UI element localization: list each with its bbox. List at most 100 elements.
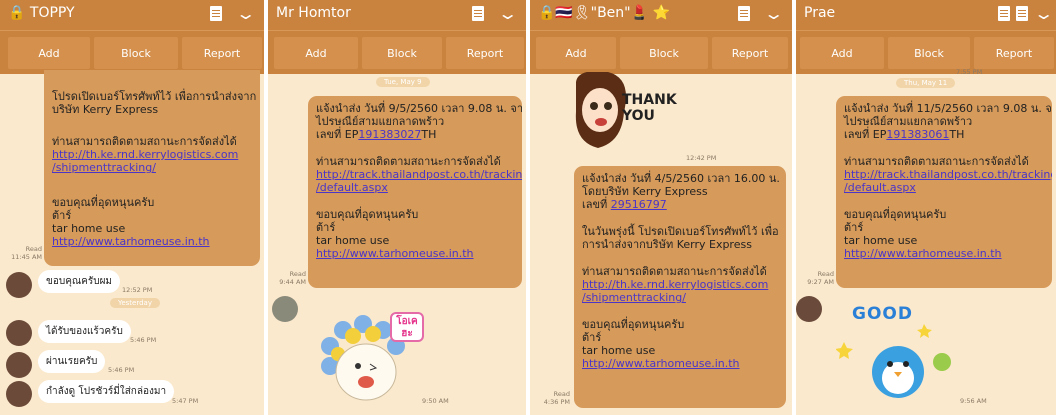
action-bar: Add Block Report	[530, 30, 792, 74]
chevron-down-icon[interactable]: ⌄	[763, 4, 784, 23]
tracking-number-link[interactable]: 29516797	[611, 198, 667, 211]
action-bar: Add Block Report	[0, 30, 264, 74]
message-text: ขอบคุณที่อุดหนุนครับ	[844, 208, 947, 221]
report-button[interactable]: Report	[182, 37, 262, 69]
message-time: 5:46 PM	[130, 336, 157, 344]
chat-header: 🔒🇹🇭🎗"Ben"💄 ⭐ ⌄	[530, 0, 792, 30]
tracking-link[interactable]: http://track.thailandpost.co.th/tracking	[316, 168, 522, 181]
block-button[interactable]: Block	[888, 37, 970, 69]
tracking-link[interactable]: /shipmenttracking/	[52, 161, 252, 174]
message-bubble: แจ้งนำส่ง วันที่ 9/5/2560 เวลา 9.08 น. จ…	[308, 96, 522, 288]
website-link[interactable]: http://www.tarhomeuse.in.th	[582, 357, 778, 370]
add-button[interactable]: Add	[800, 37, 884, 69]
message-text: การนำส่งจากบริษัท Kerry Express	[582, 238, 752, 251]
tracking-link[interactable]: /default.aspx	[844, 181, 1044, 194]
notes-icon[interactable]	[472, 6, 484, 21]
chat-panel-toppy: 🔒 TOPPY ⌄ Add Block Report โปรดเปิดเบอร์…	[0, 0, 264, 415]
tracking-link[interactable]: http://th.ke.rnd.kerrylogistics.com	[582, 278, 778, 291]
avatar[interactable]	[6, 320, 32, 346]
avatar[interactable]	[796, 296, 822, 322]
message-text: tar home use	[844, 234, 918, 247]
chat-header: 🔒 TOPPY ⌄	[0, 0, 264, 30]
message-time: 5:46 PM	[108, 366, 135, 374]
message-bubble: แจ้งนำส่ง วันที่ 11/5/2560 เวลา 9.08 น. …	[836, 96, 1052, 288]
message-text: ต้าร์	[844, 221, 864, 234]
message-text: ท่านสามารถติดตามสถานะการจัดส่งได้	[844, 155, 1029, 168]
add-button[interactable]: Add	[8, 37, 90, 69]
message-text: บริษัท Kerry Express	[52, 103, 159, 116]
block-button[interactable]: Block	[620, 37, 708, 69]
chat-title: Mr Homtor	[276, 5, 351, 21]
add-button[interactable]: Add	[274, 37, 358, 69]
message-text: ท่านสามารถติดตามสถานะการจัดส่งได้	[582, 265, 767, 278]
thank-you-sticker-label: THANK YOU	[622, 92, 677, 124]
chat-panel-prae: Prae ⌄ Add Block Report 7:55 PM Thu, May…	[796, 0, 1056, 415]
date-separator: Thu, May 11	[896, 78, 956, 88]
avatar[interactable]	[6, 381, 32, 407]
report-button[interactable]: Report	[446, 37, 524, 69]
message-text: โดยบริษัท Kerry Express	[582, 185, 708, 198]
message-text: tar home use	[316, 234, 390, 247]
chevron-down-icon[interactable]: ⌄	[1033, 4, 1054, 23]
message-text: ไปรษณีย์สามแยกลาดพร้าว	[316, 115, 445, 128]
avatar[interactable]	[6, 352, 32, 378]
date-separator: Yesterday	[110, 298, 160, 308]
tracking-number-link[interactable]: 191383061	[886, 128, 949, 141]
incoming-message: กำลังดู โปรชัวร์มี่ใส่กล่องมา	[38, 380, 175, 403]
message-time: 7:55 PM	[956, 68, 983, 76]
chevron-down-icon[interactable]: ⌄	[497, 4, 518, 23]
incoming-message: ขอบคุณครับผม	[38, 270, 121, 293]
block-button[interactable]: Block	[362, 37, 442, 69]
message-text: แจ้งนำส่ง วันที่ 9/5/2560 เวลา 9.08 น. จ…	[316, 102, 522, 115]
action-bar: Add Block Report	[268, 30, 526, 74]
avatar[interactable]	[6, 272, 32, 298]
message-text: ต้าร์	[52, 209, 72, 222]
action-bar: Add Block Report	[796, 30, 1056, 74]
notes-icon[interactable]	[210, 6, 222, 21]
tracking-link[interactable]: http://track.thailandpost.co.th/tracking	[844, 168, 1052, 181]
message-text: ขอบคุณที่อุดหนุนครับ	[52, 196, 155, 209]
incoming-message: ได้รับของแร้วครับ	[38, 320, 131, 343]
chat-title: 🔒 TOPPY	[8, 5, 75, 21]
website-link[interactable]: http://www.tarhomeuse.in.th	[52, 235, 252, 248]
message-text: tar home use	[52, 222, 126, 235]
read-receipt: Read 11:45 AM	[11, 245, 42, 261]
report-button[interactable]: Report	[712, 37, 788, 69]
message-text: ขอบคุณที่อุดหนุนครับ	[582, 318, 685, 331]
tracking-link[interactable]: /shipmenttracking/	[582, 291, 778, 304]
message-time: 12:42 PM	[686, 154, 717, 162]
chevron-down-icon[interactable]: ⌄	[235, 4, 256, 23]
add-button[interactable]: Add	[536, 37, 616, 69]
report-button[interactable]: Report	[974, 37, 1054, 69]
message-text: โปรดเปิดเบอร์โทรศัพท์ไว้ เพื่อการนำส่งจา…	[52, 90, 257, 103]
chat-header: Mr Homtor ⌄	[268, 0, 526, 30]
ok-sticker-label: โอเค ฮะ	[390, 312, 424, 342]
read-receipt: Read 4:36 PM	[543, 390, 570, 406]
avatar[interactable]	[272, 296, 298, 322]
block-button[interactable]: Block	[94, 37, 178, 69]
message-bubble: โปรดเปิดเบอร์โทรศัพท์ไว้ เพื่อการนำส่งจา…	[44, 70, 260, 266]
message-text: ในวันพรุ่งนี้ โปรดเปิดเบอร์โทรศัพท์ไว้ เ…	[582, 225, 779, 238]
message-text: tar home use	[582, 344, 656, 357]
incoming-message: ผ่านเรยครับ	[38, 350, 106, 373]
chat-header: Prae ⌄	[796, 0, 1056, 30]
tracking-link[interactable]: /default.aspx	[316, 181, 514, 194]
message-text: ขอบคุณที่อุดหนุนครับ	[316, 208, 419, 221]
tracking-number-link[interactable]: 191383027	[358, 128, 421, 141]
message-text: ท่านสามารถติดตามสถานะการจัดส่งได้	[316, 155, 501, 168]
website-link[interactable]: http://www.tarhomeuse.in.th	[316, 247, 514, 260]
message-bubble: แจ้งนำส่ง วันที่ 4/5/2560 เวลา 16.00 น. …	[574, 166, 786, 408]
message-text: ไปรษณีย์สามแยกลาดพร้าว	[844, 115, 973, 128]
notes-icon[interactable]	[1016, 6, 1028, 21]
website-link[interactable]: http://www.tarhomeuse.in.th	[844, 247, 1044, 260]
message-text: ต้าร์	[316, 221, 336, 234]
chat-title: 🔒🇹🇭🎗"Ben"💄 ⭐	[538, 5, 670, 21]
good-sticker-label: GOOD	[852, 304, 913, 324]
chat-panel-mr-homtor: Mr Homtor ⌄ Add Block Report Tue, May 9 …	[268, 0, 526, 415]
tracking-link[interactable]: http://th.ke.rnd.kerrylogistics.com	[52, 148, 252, 161]
date-separator: Tue, May 9	[376, 77, 430, 87]
message-text: ต้าร์	[582, 331, 602, 344]
notes-icon[interactable]	[738, 6, 750, 21]
message-text: แจ้งนำส่ง วันที่ 11/5/2560 เวลา 9.08 น. …	[844, 102, 1052, 115]
message-time: 9:50 AM	[422, 397, 449, 405]
